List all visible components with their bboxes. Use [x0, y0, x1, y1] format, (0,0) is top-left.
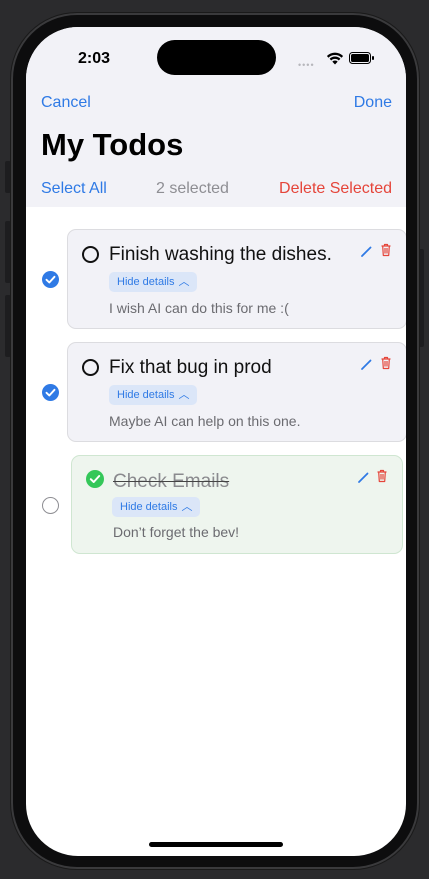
todo-title: Fix that bug in prod — [109, 357, 272, 378]
hide-details-label: Hide details — [117, 389, 175, 401]
delete-selected-button[interactable]: Delete Selected — [279, 180, 392, 198]
cancel-button[interactable]: Cancel — [41, 94, 91, 112]
checkmark-icon — [45, 275, 56, 284]
page-title: My Todos — [41, 127, 184, 162]
hide-details-label: Hide details — [117, 276, 175, 288]
chevron-up-icon: ︿ — [181, 501, 193, 513]
pencil-icon[interactable] — [360, 357, 372, 371]
todo-title: Finish washing the dishes. — [109, 244, 332, 265]
wifi-icon — [326, 52, 344, 65]
hide-details-button[interactable]: Hide details ︿ — [112, 497, 201, 517]
pencil-icon[interactable] — [357, 470, 369, 484]
todo-complete-toggle[interactable] — [82, 246, 99, 263]
todo-card[interactable]: Finish washing the dishes. Hide details ︿… — [67, 229, 406, 329]
row-select-toggle[interactable] — [42, 384, 59, 401]
todo-note: Maybe AI can help on this one. — [109, 413, 301, 429]
hide-details-button[interactable]: Hide details ︿ — [109, 385, 198, 405]
trash-icon[interactable] — [380, 356, 392, 370]
done-button[interactable]: Done — [354, 94, 392, 112]
row-select-toggle[interactable] — [42, 497, 59, 514]
select-all-button[interactable]: Select All — [41, 180, 107, 198]
hide-details-button[interactable]: Hide details ︿ — [109, 272, 198, 292]
checkmark-icon — [45, 388, 56, 397]
todo-note: Don’t forget the bev! — [113, 524, 240, 540]
todo-complete-toggle[interactable] — [86, 470, 104, 488]
status-icons: •••• — [298, 49, 378, 70]
checkmark-icon — [89, 475, 101, 483]
pencil-icon[interactable] — [360, 244, 372, 258]
chevron-up-icon: ︿ — [178, 389, 190, 401]
todo-complete-toggle[interactable] — [82, 359, 99, 376]
chevron-up-icon: ︿ — [178, 276, 190, 288]
cellular-signal-icon: •••• — [298, 60, 315, 70]
status-time: 2:03 — [78, 50, 111, 67]
home-indicator[interactable] — [149, 842, 283, 847]
trash-icon[interactable] — [376, 469, 388, 483]
dynamic-island — [157, 40, 276, 75]
todo-card[interactable]: Fix that bug in prod Hide details ︿ Maybe… — [67, 342, 406, 442]
app-screen: 2:03 •••• Cancel Done My Todos Select Al… — [26, 27, 406, 856]
selected-count-label: 2 selected — [156, 180, 229, 197]
hide-details-label: Hide details — [120, 501, 178, 513]
row-select-toggle[interactable] — [42, 271, 59, 288]
battery-icon — [349, 52, 374, 64]
todo-title: Check Emails — [113, 471, 230, 492]
todo-note: I wish AI can do this for me :( — [109, 300, 289, 316]
trash-icon[interactable] — [380, 243, 392, 257]
todo-card[interactable]: Check Emails Hide details ︿ Don’t forget … — [71, 455, 403, 554]
